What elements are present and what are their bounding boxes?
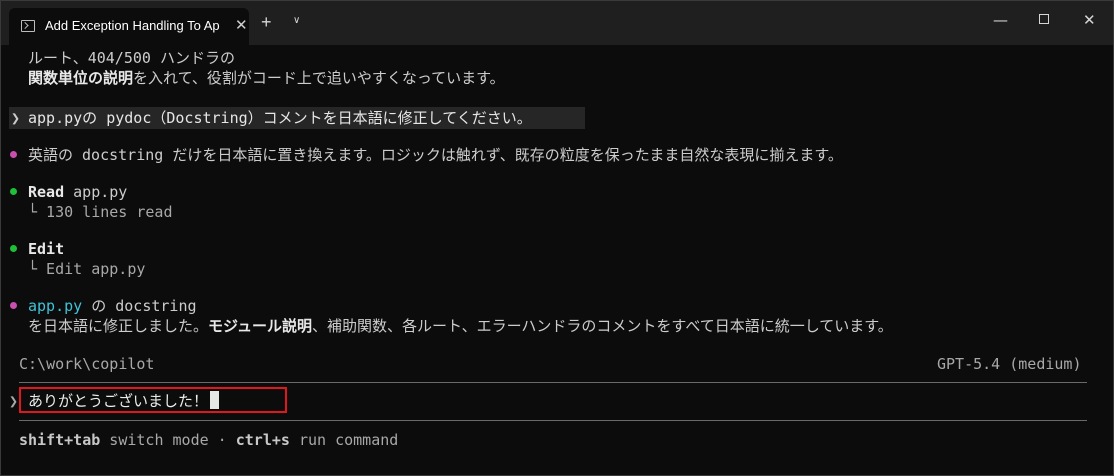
tab-dropdown-button[interactable]: ∨ [293,15,300,26]
assistant-message: 英語の docstring だけを日本語に置き換えます。ロジックは触れず、既存の… [28,146,843,164]
tab-close-button[interactable]: ✕ [235,17,248,35]
hint-action: run command [289,431,399,449]
close-window-button[interactable]: ✕ [1083,11,1096,29]
new-tab-button[interactable]: + [261,12,272,32]
text-cursor [210,391,220,409]
tool-read: Read app.py [28,182,127,202]
minimize-button[interactable]: — [993,11,1008,29]
previous-output-line: ルート、404/500 ハンドラの [28,49,235,67]
previous-output-line: 関数単位の説明を入れて、役割がコード上で追いやすくなっています。 [28,68,505,88]
tab-active[interactable]: Add Exception Handling To Ap ✕ [9,8,249,45]
input-prompt-marker: ❯ [9,392,19,410]
tool-edit-result: └ Edit app.py [28,260,146,278]
hint-key: shift+tab [19,431,101,449]
model-indicator: GPT-5.4 (medium) [937,355,1082,373]
chat-input-value: ありがとうございました！ [28,392,209,410]
hint-action: switch mode · [100,431,236,449]
tool-read-result: └ 130 lines read [28,203,173,221]
tool-success-bullet-icon [10,245,17,252]
assistant-bullet-icon [10,151,17,158]
file-reference: app.py [28,297,83,315]
chat-input[interactable]: ありがとうございました！ [28,391,220,411]
hint-key: ctrl+s [235,431,290,449]
tool-edit: Edit [28,240,65,258]
title-bar: Add Exception Handling To Ap ✕ + ∨ — ✕ [1,1,1113,45]
bold-text: モジュール説明 [208,317,312,335]
user-prompt: app.pyの pydoc（Docstring）コメントを日本語に修正してくださ… [28,109,532,127]
text: を日本語に修正しました。 [28,317,209,335]
tool-name: Read [28,183,65,201]
assistant-summary-line: app.py の docstring [28,296,197,316]
text: 、補助関数、各ルート、エラーハンドラのコメントをすべて日本語に統一しています。 [311,317,893,335]
maximize-button[interactable] [1039,14,1049,24]
assistant-bullet-icon [10,302,17,309]
text: を入れて、役割がコード上で追いやすくなっています。 [133,69,505,87]
divider [19,382,1087,383]
terminal-icon [21,20,35,32]
keyboard-hints: shift+tab switch mode · ctrl+s run comma… [19,430,398,450]
divider [19,420,1087,421]
tab-title: Add Exception Handling To Ap [45,18,220,33]
working-directory: C:\work\copilot [19,355,155,373]
bold-text: 関数単位の説明 [28,69,134,87]
tool-target: app.py [73,183,128,201]
terminal-window: Add Exception Handling To Ap ✕ + ∨ — ✕ ル… [0,0,1114,476]
text: の docstring [82,297,197,315]
tool-success-bullet-icon [10,188,17,195]
assistant-summary-line: を日本語に修正しました。モジュール説明、補助関数、各ルート、エラーハンドラのコメ… [28,316,893,336]
user-prompt-marker: ❯ [11,109,21,127]
